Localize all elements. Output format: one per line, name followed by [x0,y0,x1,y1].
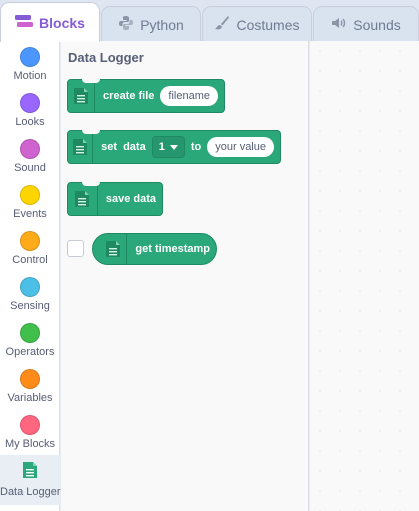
category-label: Operators [5,346,55,358]
category-label: My Blocks [4,438,56,450]
category-dot [20,185,40,205]
block-label: set data [101,141,146,153]
speaker-icon [331,16,347,33]
category-motion[interactable]: Motion [0,41,60,87]
category-label: Sensing [10,300,50,312]
spreadsheet-icon [68,131,94,163]
category-variables[interactable]: Variables [0,363,60,409]
caret-down-icon [169,141,178,153]
category-sensing[interactable]: Sensing [0,271,60,317]
block-set-data[interactable]: set data 1 to your value [67,130,281,164]
category-label: Looks [15,116,45,128]
tab-sounds[interactable]: Sounds [313,6,419,42]
spreadsheet-icon [93,234,128,264]
python-icon [118,15,134,34]
tab-sounds-label: Sounds [353,16,401,33]
category-dot [20,323,40,343]
category-my-blocks[interactable]: My Blocks [0,409,60,455]
block-create-file[interactable]: create file filename [67,79,225,113]
spreadsheet-icon [22,461,38,484]
block-get-timestamp[interactable]: get timestamp [92,233,217,265]
category-label: Variables [7,392,53,404]
block-palette: Data Logger create file filename set dat… [61,41,309,511]
editor-tabbar: Blocks Python Costumes Sounds [0,0,419,42]
block-label: create file [103,90,155,102]
category-label: Motion [13,70,47,82]
tab-costumes[interactable]: Costumes [202,6,312,42]
blocks-icon [15,14,34,31]
spreadsheet-icon [68,183,98,215]
block-save-data[interactable]: save data [67,182,163,216]
tab-blocks[interactable]: Blocks [0,2,100,42]
tab-python[interactable]: Python [101,6,201,42]
filename-input[interactable]: filename [160,86,218,106]
category-dot [20,277,40,297]
block-label: save data [105,193,156,205]
category-dot [20,47,40,67]
brush-icon [214,15,230,34]
monitor-checkbox[interactable] [67,240,84,257]
tab-python-label: Python [140,16,184,33]
block-label: to [190,141,202,153]
spreadsheet-icon [68,80,96,112]
value-input[interactable]: your value [207,137,274,157]
category-label: Events [13,208,47,220]
column-dropdown[interactable]: 1 [151,136,185,158]
category-control[interactable]: Control [0,225,60,271]
tab-costumes-label: Costumes [236,16,300,33]
category-label: Control [12,254,48,266]
dropdown-value: 1 [158,141,165,153]
category-sound[interactable]: Sound [0,133,60,179]
category-label: Data Logger [0,486,61,498]
category-dot [20,231,40,251]
category-menu: Motion Looks Sound Events Control Sensin… [0,41,61,511]
category-dot [20,93,40,113]
category-looks[interactable]: Looks [0,87,60,133]
category-data-logger[interactable]: Data Logger [0,455,61,505]
category-dot [20,139,40,159]
category-operators[interactable]: Operators [0,317,60,363]
palette-title: Data Logger [68,50,144,65]
category-label: Sound [14,162,46,174]
tab-blocks-label: Blocks [39,14,85,31]
category-events[interactable]: Events [0,179,60,225]
script-workspace[interactable] [310,41,419,511]
category-dot [20,415,40,435]
block-label: get timestamp [135,243,210,255]
category-dot [20,369,40,389]
